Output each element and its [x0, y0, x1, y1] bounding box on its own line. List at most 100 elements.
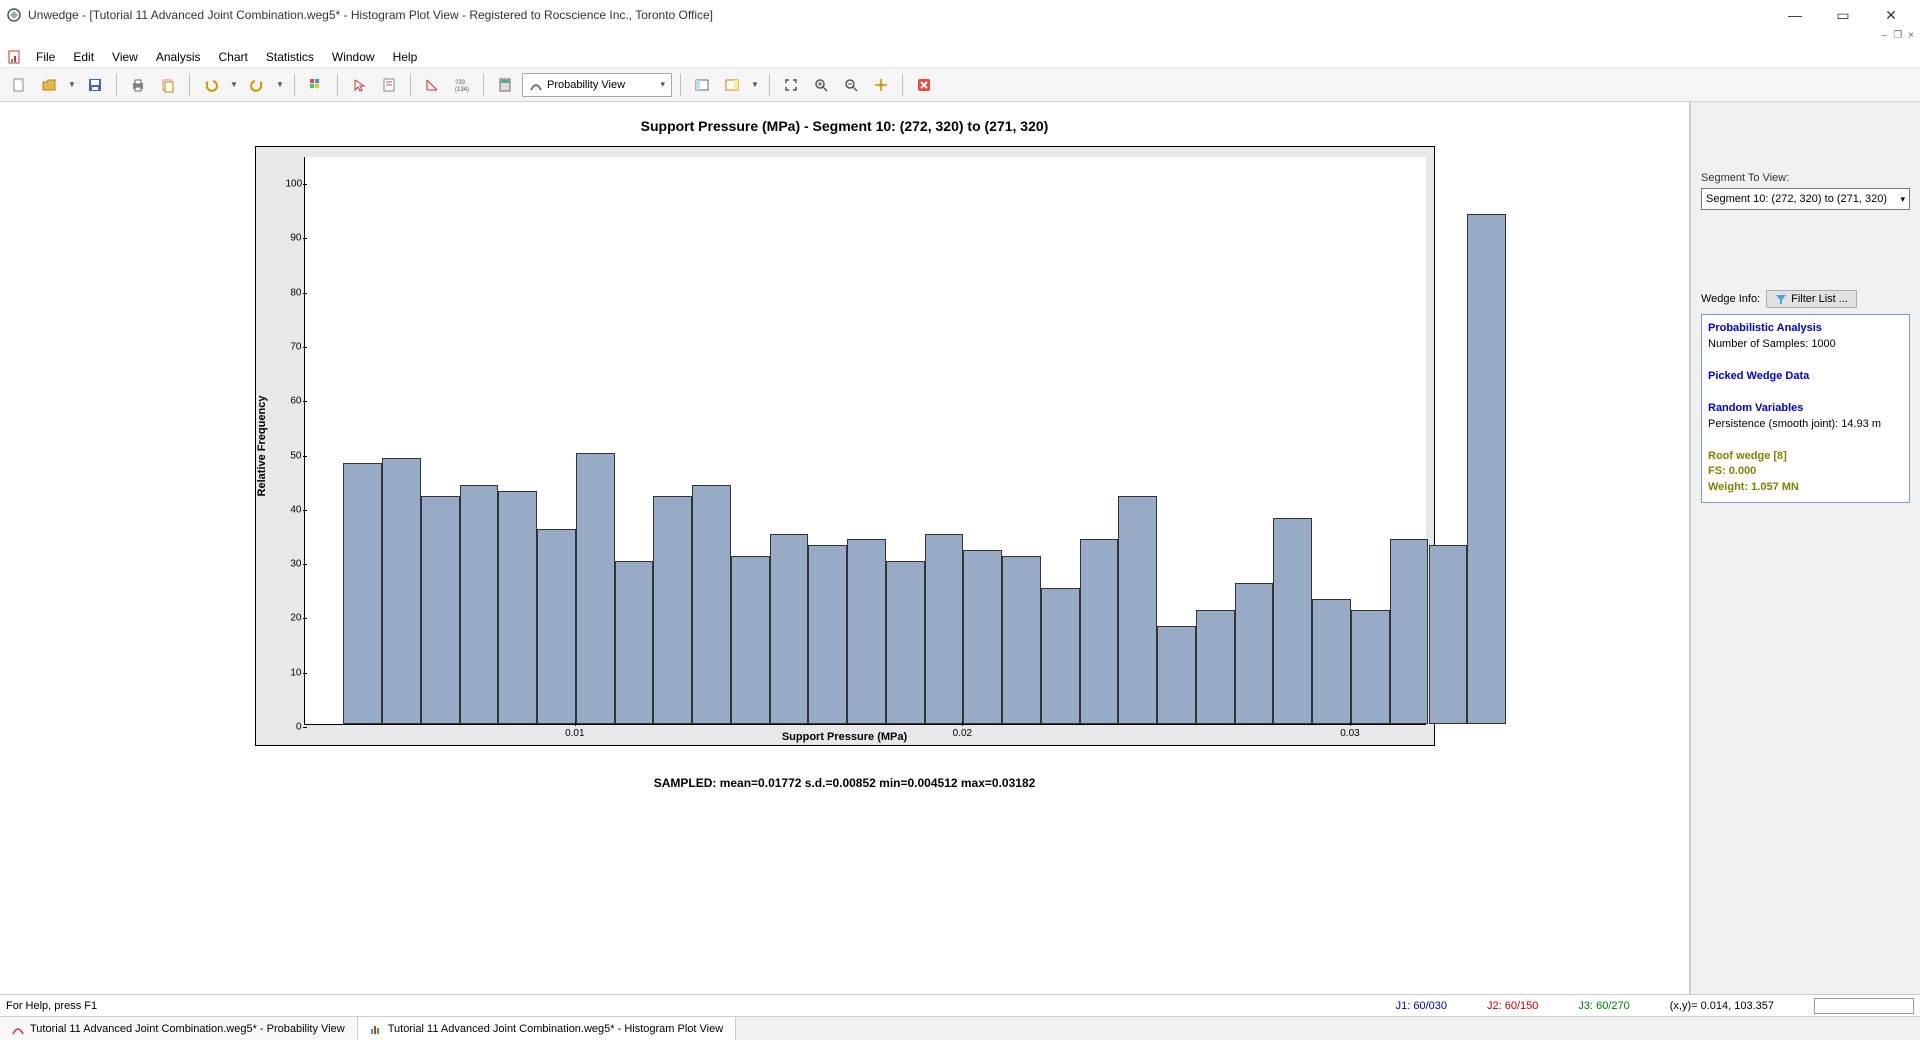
status-input[interactable] — [1814, 998, 1914, 1014]
histogram-bar[interactable] — [1273, 518, 1312, 724]
histogram-bar[interactable] — [382, 458, 421, 724]
open-file-button[interactable] — [36, 72, 62, 98]
y-tick-label: 20 — [286, 613, 302, 624]
info-picked-header: Picked Wedge Data — [1708, 369, 1903, 385]
panel-dropdown-icon[interactable]: ▼ — [749, 80, 761, 89]
x-tick-label: 0.01 — [565, 728, 584, 739]
wedge-info-label: Wedge Info: — [1701, 293, 1760, 305]
histogram-bar[interactable] — [1041, 588, 1080, 724]
info-roof: Roof wedge [8] — [1708, 449, 1903, 465]
filter-list-button[interactable]: Filter List ... — [1766, 290, 1857, 308]
histogram-bar[interactable] — [1157, 626, 1196, 724]
pan-button[interactable] — [868, 72, 894, 98]
open-dropdown-icon[interactable]: ▼ — [66, 80, 78, 89]
pointer-button[interactable] — [346, 72, 372, 98]
histogram-bar[interactable] — [770, 534, 809, 724]
panel-left-button[interactable] — [689, 72, 715, 98]
close-button[interactable]: ✕ — [1876, 7, 1906, 24]
histogram-bar[interactable] — [615, 561, 654, 724]
print-button[interactable] — [125, 72, 151, 98]
mdi-minimize-icon[interactable]: – — [1882, 30, 1888, 46]
mdi-restore-icon[interactable]: ❐ — [1893, 30, 1902, 46]
new-file-button[interactable] — [6, 72, 32, 98]
segment-select[interactable]: Segment 10: (272, 320) to (271, 320) ▾ — [1701, 188, 1910, 210]
scale-button[interactable]: ?33(134) — [449, 72, 475, 98]
zoom-in-button[interactable] — [808, 72, 834, 98]
histogram-bar[interactable] — [886, 561, 925, 724]
info-fs: FS: 0.000 — [1708, 464, 1903, 480]
mdi-close-icon[interactable]: × — [1908, 30, 1914, 46]
histogram-bar[interactable] — [576, 453, 615, 724]
histogram-bar[interactable] — [1080, 539, 1119, 724]
panel-right-button[interactable] — [719, 72, 745, 98]
histogram-bar[interactable] — [1196, 610, 1235, 724]
menu-view[interactable]: View — [104, 48, 146, 66]
minimize-button[interactable]: — — [1780, 7, 1810, 24]
status-j3: J3: 60/270 — [1578, 1000, 1629, 1012]
save-button[interactable] — [82, 72, 108, 98]
histogram-bar[interactable] — [653, 496, 692, 724]
document-tabs: Tutorial 11 Advanced Joint Combination.w… — [0, 1016, 1920, 1040]
menu-analysis[interactable]: Analysis — [148, 48, 209, 66]
info-persistence: Persistence (smooth joint): 14.93 m — [1708, 417, 1903, 433]
filter-label: Filter List ... — [1791, 293, 1848, 305]
mdi-controls: – ❐ × — [0, 30, 1920, 46]
histogram-bar[interactable] — [1429, 545, 1468, 724]
view-mode-select[interactable]: Probability View ▾ — [522, 73, 672, 97]
curve-icon — [12, 1023, 24, 1035]
filter-icon — [1775, 293, 1787, 305]
menu-edit[interactable]: Edit — [65, 48, 102, 66]
calculator-button[interactable] — [492, 72, 518, 98]
zoom-out-button[interactable] — [838, 72, 864, 98]
undo-button[interactable] — [198, 72, 224, 98]
maximize-button[interactable]: ▭ — [1828, 7, 1858, 24]
tab-histogram-view[interactable]: Tutorial 11 Advanced Joint Combination.w… — [358, 1017, 736, 1040]
y-tick-label: 40 — [286, 504, 302, 515]
segment-label: Segment To View: — [1701, 172, 1910, 184]
histogram-bar[interactable] — [1312, 599, 1351, 724]
menu-help[interactable]: Help — [385, 48, 426, 66]
histogram-bar[interactable] — [847, 539, 886, 724]
document-button[interactable] — [376, 72, 402, 98]
y-tick-label: 0 — [286, 722, 302, 733]
histogram-bar[interactable] — [925, 534, 964, 724]
histogram-bar[interactable] — [343, 463, 382, 724]
chart-title: Support Pressure (MPa) - Segment 10: (27… — [20, 118, 1669, 134]
menu-chart[interactable]: Chart — [211, 48, 256, 66]
histogram-icon — [370, 1023, 382, 1035]
histogram-bar[interactable] — [1467, 214, 1506, 724]
grid-button[interactable] — [303, 72, 329, 98]
chevron-down-icon: ▾ — [1900, 194, 1905, 205]
histogram-bar[interactable] — [460, 485, 499, 724]
histogram-bar[interactable] — [1235, 583, 1274, 724]
redo-dropdown-icon[interactable]: ▼ — [274, 80, 286, 89]
status-bar: For Help, press F1 J1: 60/030 J2: 60/150… — [0, 994, 1920, 1016]
histogram-bar[interactable] — [808, 545, 847, 724]
histogram-bar[interactable] — [537, 529, 576, 724]
view-mode-label: Probability View — [547, 79, 625, 91]
y-tick-label: 70 — [286, 342, 302, 353]
zoom-extents-button[interactable] — [778, 72, 804, 98]
histogram-bar[interactable] — [692, 485, 731, 724]
histogram-bar[interactable] — [498, 491, 537, 724]
tab-probability-view[interactable]: Tutorial 11 Advanced Joint Combination.w… — [0, 1017, 358, 1040]
y-tick-label: 90 — [286, 233, 302, 244]
plot-area[interactable] — [304, 157, 1426, 725]
redo-button[interactable] — [244, 72, 270, 98]
undo-dropdown-icon[interactable]: ▼ — [228, 80, 240, 89]
histogram-bar[interactable] — [1351, 610, 1390, 724]
histogram-bar[interactable] — [1002, 556, 1041, 724]
menu-file[interactable]: File — [28, 48, 63, 66]
wedge-info-box: Probabilistic Analysis Number of Samples… — [1701, 314, 1910, 503]
histogram-bar[interactable] — [421, 496, 460, 724]
histogram-bar[interactable] — [731, 556, 770, 724]
histogram-bar[interactable] — [1390, 539, 1429, 724]
histogram-bar[interactable] — [963, 550, 1002, 724]
menu-statistics[interactable]: Statistics — [258, 48, 322, 66]
histogram-bar[interactable] — [1118, 496, 1157, 724]
menu-window[interactable]: Window — [324, 48, 383, 66]
axis-button[interactable] — [419, 72, 445, 98]
close-view-button[interactable] — [911, 72, 937, 98]
copy-button[interactable] — [155, 72, 181, 98]
x-tick-label: 0.03 — [1340, 728, 1359, 739]
